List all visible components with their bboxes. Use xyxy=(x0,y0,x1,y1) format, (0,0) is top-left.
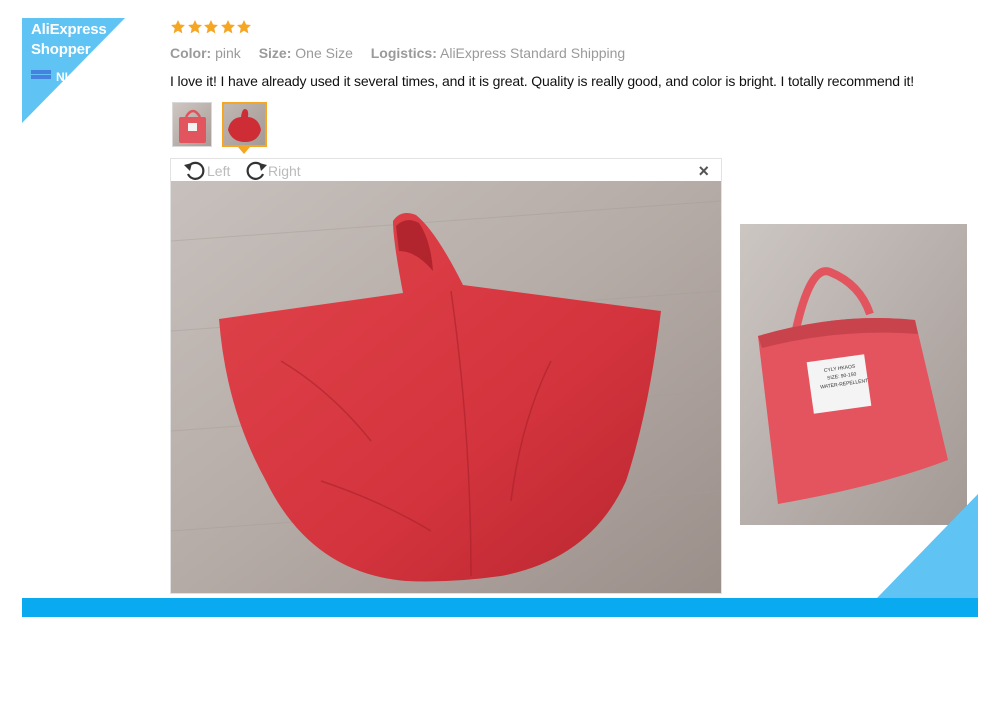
selected-thumbnail-indicator xyxy=(238,147,250,154)
color-value: pink xyxy=(215,45,241,61)
star-icon xyxy=(237,20,251,34)
rotate-right-icon xyxy=(246,161,267,180)
star-icon xyxy=(220,20,235,34)
badge-site-name: AliExpress xyxy=(31,21,107,38)
rotate-right-button[interactable]: Right xyxy=(244,161,301,181)
rotate-left-button[interactable]: Left xyxy=(183,161,230,181)
rotate-left-label: Left xyxy=(207,163,231,179)
folded-bag-photo: CYLY HKAOS SIZE: 90-150 WATER-REPELLENT xyxy=(740,224,967,525)
poncho-photo xyxy=(171,181,721,593)
star-icon xyxy=(171,20,185,34)
image-viewer: Left Right × xyxy=(170,158,722,594)
size-label: Size: xyxy=(258,45,292,61)
star-rating xyxy=(170,19,253,39)
folded-bag-thumbnail[interactable] xyxy=(172,102,212,147)
country-code: NL xyxy=(56,70,72,84)
logistics-label: Logistics: xyxy=(370,45,437,61)
rotate-right-label: Right xyxy=(268,163,301,179)
bottom-accent-bar xyxy=(22,598,978,617)
poncho-thumbnail[interactable] xyxy=(222,102,267,147)
star-icon xyxy=(204,20,218,34)
color-label: Color: xyxy=(170,45,212,61)
close-viewer-button[interactable]: × xyxy=(698,162,709,180)
corner-decoration-bottom-right xyxy=(877,494,978,598)
star-icon xyxy=(187,20,202,34)
size-value: One Size xyxy=(295,45,353,61)
viewer-toolbar: Left Right × xyxy=(171,159,721,182)
logistics-value: AliExpress Standard Shipping xyxy=(440,45,626,61)
badge-role: Shopper xyxy=(31,41,91,58)
order-details: Color: pink Size: One Size Logistics: Al… xyxy=(170,45,625,61)
nl-flag-icon xyxy=(31,70,51,83)
review-text: I love it! I have already used it severa… xyxy=(170,73,915,89)
rotate-left-icon xyxy=(184,161,205,180)
